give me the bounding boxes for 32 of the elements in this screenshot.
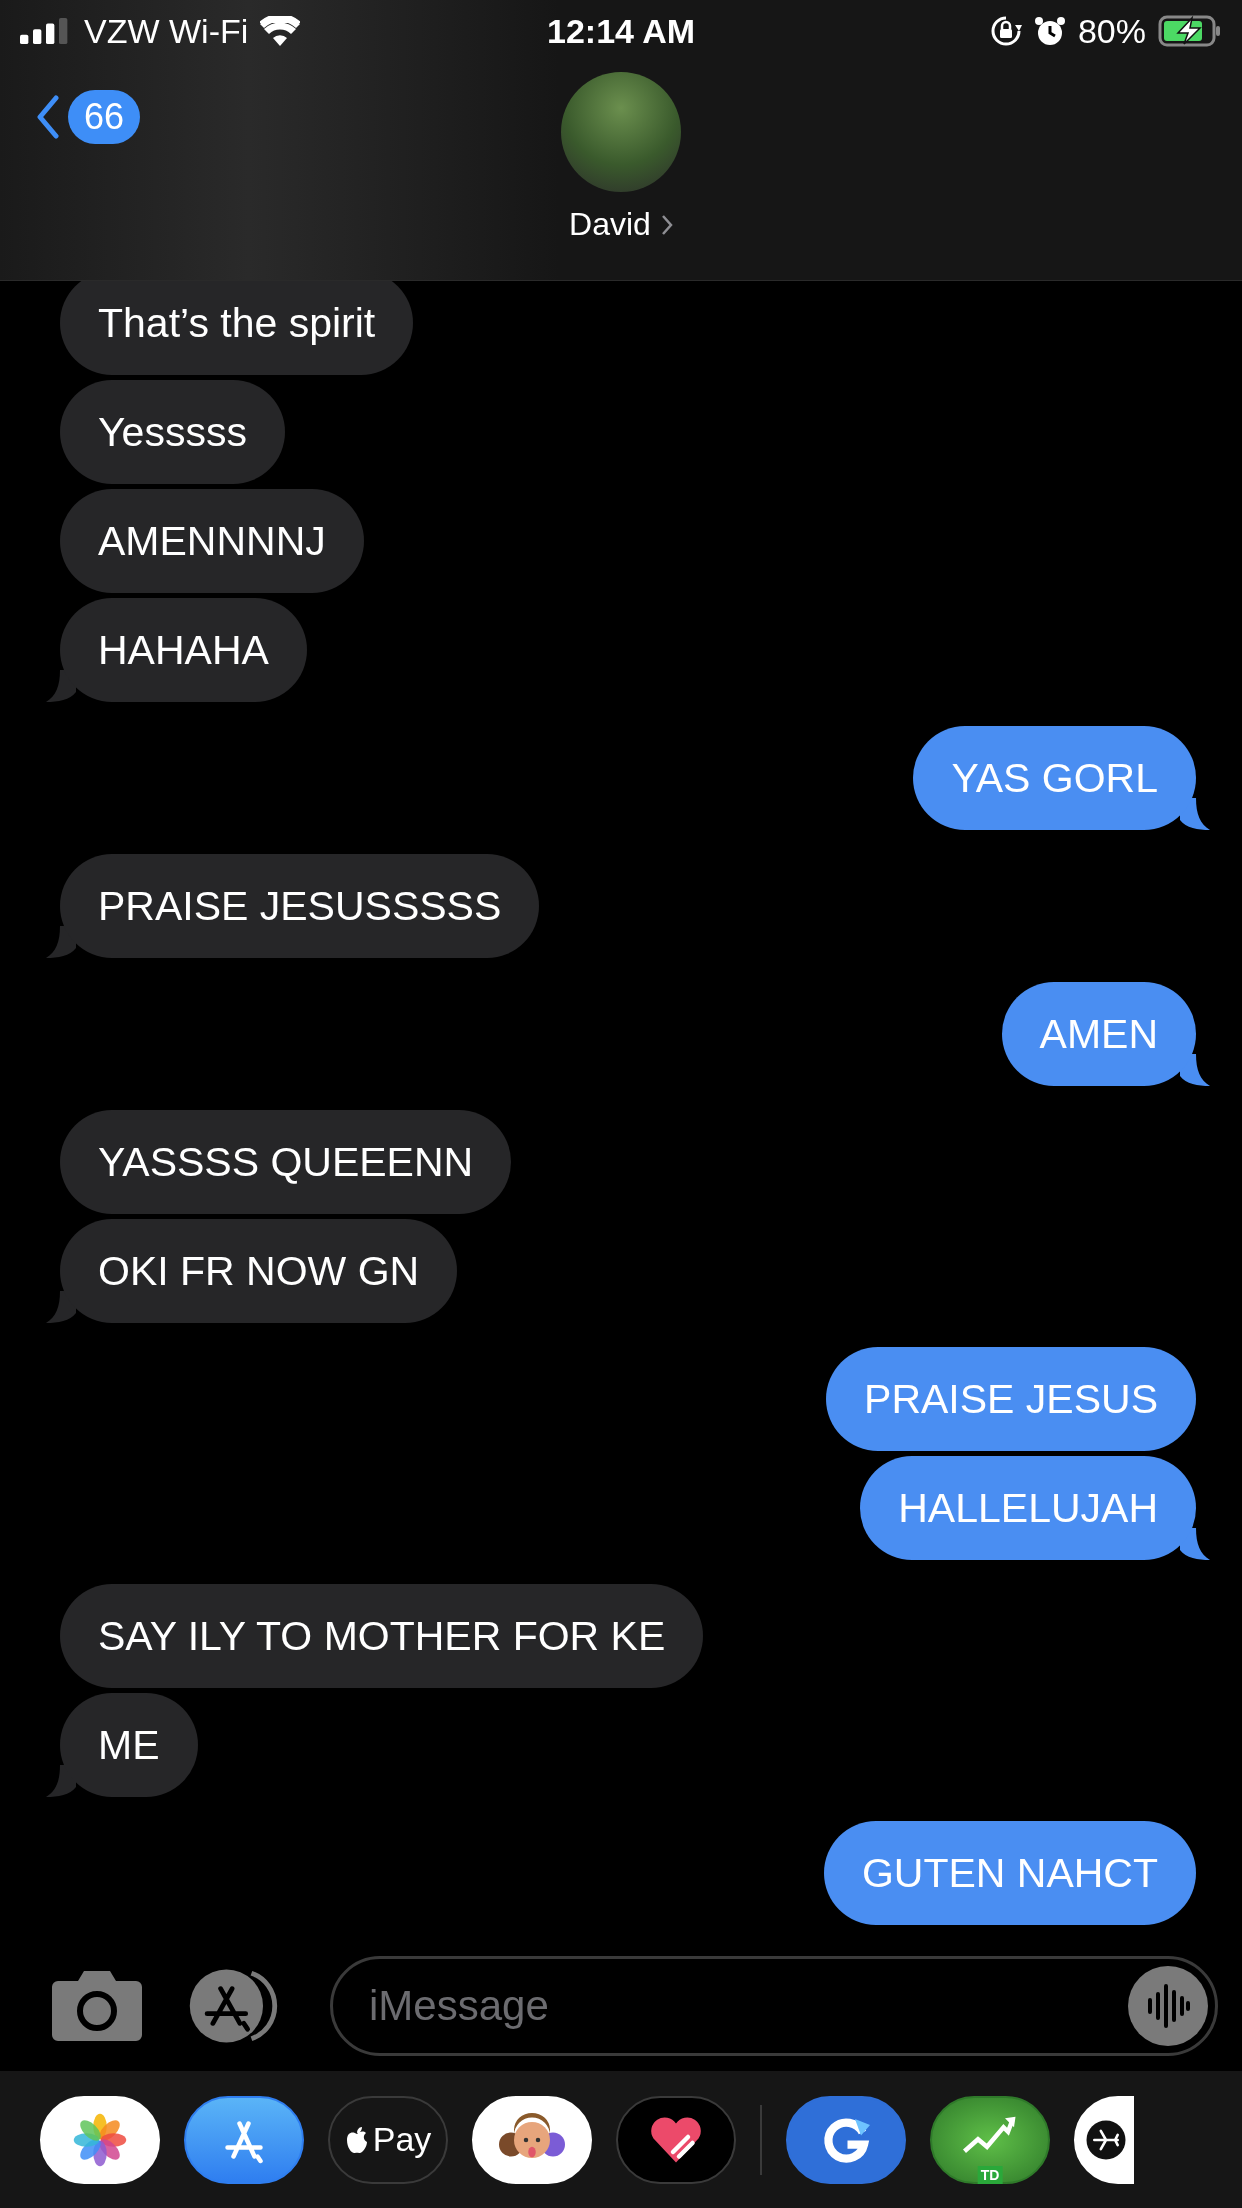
message-bubble: PRAISE JESUS (826, 1347, 1196, 1451)
message-bubble: PRAISE JESUSSSSS (60, 854, 540, 958)
unread-count-badge: 66 (68, 90, 141, 144)
message-bubble: ME (60, 1693, 198, 1797)
message-input-field[interactable]: iMessage (330, 1956, 1218, 2056)
message-bubble: HALLELUJAH (860, 1456, 1196, 1560)
airplane-app-button[interactable] (1074, 2095, 1134, 2184)
message-bubble: Yesssss (60, 380, 285, 484)
message-bubble: SAY ILY TO MOTHER FOR KE (60, 1584, 704, 1688)
message-bubble: GUTEN NAHCT (823, 1821, 1196, 1925)
message-bubble: OKI FR NOW GN (60, 1219, 458, 1323)
wifi-icon (260, 16, 301, 46)
message-bubble: YAS GORL (913, 726, 1196, 830)
battery-charging-icon (1158, 15, 1222, 47)
rotation-lock-icon (989, 15, 1022, 47)
chevron-right-icon (660, 213, 673, 236)
back-chevron-icon (36, 95, 60, 139)
apple-pay-button[interactable]: Pay (328, 2095, 448, 2184)
battery-percent: 80% (1077, 11, 1146, 51)
camera-icon (50, 1969, 144, 2043)
clock-time: 12:14 AM (547, 11, 695, 51)
message-bubble: HAHAHA (60, 598, 307, 702)
alarm-clock-icon (1033, 15, 1066, 47)
camera-button[interactable] (50, 1969, 144, 2043)
message-bubble: AMENNNNJ (60, 489, 364, 593)
message-bubble: That’s the spirit (60, 281, 414, 375)
message-bubble: AMEN (1001, 982, 1196, 1086)
contact-name[interactable]: David (569, 206, 673, 243)
audio-waveform-icon[interactable] (1128, 1966, 1208, 2046)
message-bubble: YASSSS QUEEENN (60, 1110, 512, 1214)
carrier-label: VZW Wi-Fi (84, 11, 249, 51)
apple-logo-icon (344, 2125, 369, 2154)
